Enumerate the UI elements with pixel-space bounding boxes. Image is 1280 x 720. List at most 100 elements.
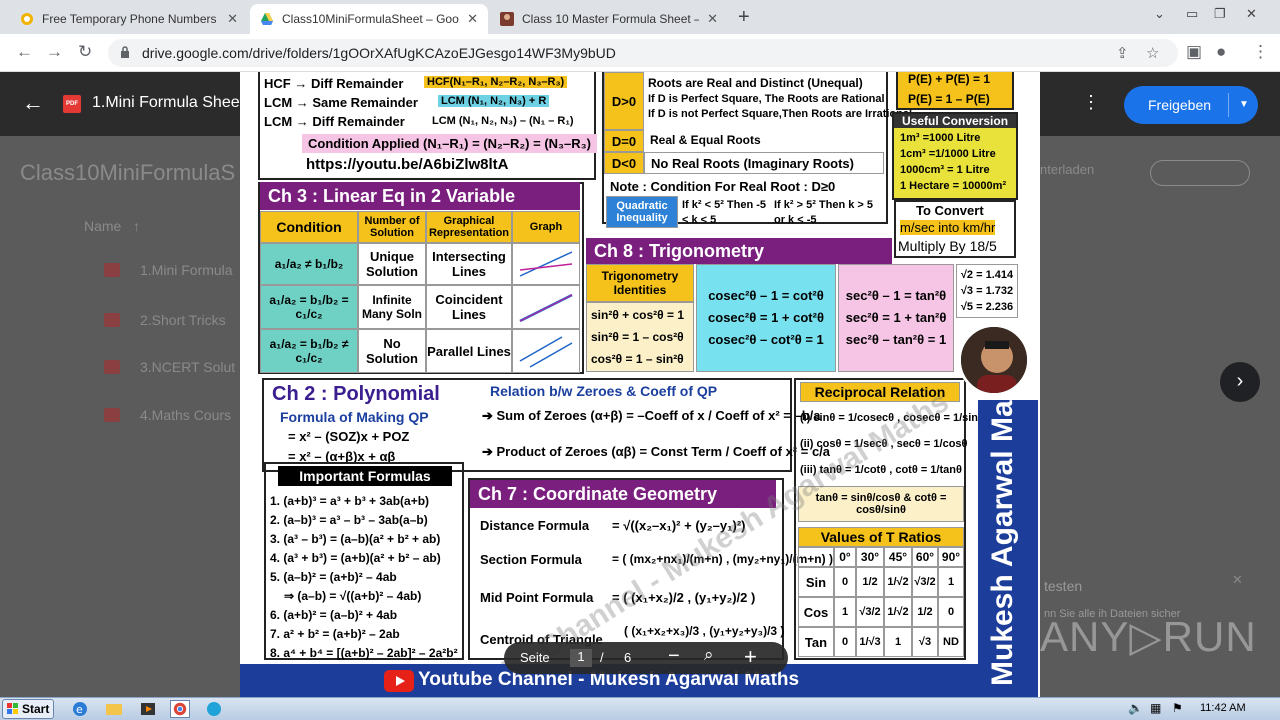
next-file-chevron-icon[interactable]: › bbox=[1220, 362, 1260, 402]
forward-arrow-icon[interactable]: → bbox=[46, 42, 63, 62]
new-tab-button[interactable]: + bbox=[738, 6, 750, 29]
reload-icon[interactable]: ↻ bbox=[78, 42, 92, 62]
tratios-header: 30° bbox=[856, 547, 884, 567]
d-positive-desc: Roots are Real and Distinct (Unequal) bbox=[648, 76, 863, 90]
trig-identities-label: Trigonometry Identities bbox=[586, 264, 694, 302]
ch3-solutions: Infinite Many Soln bbox=[358, 285, 426, 329]
start-button[interactable]: Start bbox=[2, 699, 54, 719]
view-toggle[interactable] bbox=[1150, 160, 1250, 186]
tratios-header: 45° bbox=[884, 547, 912, 567]
address-bar[interactable]: drive.google.com/drive/folders/1gOOrXAfU… bbox=[108, 39, 1178, 67]
zoom-out-icon[interactable]: − bbox=[668, 645, 680, 668]
google-drive-icon bbox=[261, 13, 273, 25]
tratios-cell: 0 bbox=[938, 597, 964, 627]
chrome-icon[interactable] bbox=[170, 700, 190, 718]
file-row[interactable]: 1.Mini Formula bbox=[104, 262, 233, 278]
tratios-cell: √3/2 bbox=[912, 567, 938, 597]
tratios-cell: 0 bbox=[834, 627, 856, 657]
author-avatar bbox=[958, 324, 1030, 396]
profile-icon[interactable]: ● bbox=[1216, 42, 1226, 62]
name-column-header: Name ↑ bbox=[84, 218, 141, 234]
inequality-less: If k² < 5² Then -5 < k < 5 bbox=[682, 199, 767, 226]
pdf-file-icon bbox=[104, 360, 120, 374]
zoom-in-icon[interactable]: + bbox=[744, 644, 757, 670]
pdf-file-icon bbox=[104, 408, 120, 422]
file-row[interactable]: 2.Short Tricks bbox=[104, 312, 226, 328]
share-button[interactable]: Freigeben ▼ bbox=[1124, 86, 1258, 124]
download-all-text[interactable]: nterladen bbox=[1040, 162, 1094, 177]
close-tab-icon[interactable]: ✕ bbox=[227, 11, 238, 27]
formula-item: 3. (a³ – b³) = (a–b)(a² + b² + ab) bbox=[270, 532, 441, 546]
pdf-file-icon bbox=[104, 263, 120, 277]
tratios-cell: Tan bbox=[798, 627, 834, 657]
side-panel-icon[interactable]: ▣ bbox=[1186, 42, 1202, 62]
minimize-icon[interactable]: ▭ bbox=[1186, 6, 1198, 22]
anyrun-watermark: ANY▷RUN bbox=[1040, 613, 1257, 660]
pdf-page: HCF → Diff Remainder HCF(N₁–R₁, N₂–R₂, N… bbox=[240, 72, 1040, 697]
svg-text:e: e bbox=[76, 703, 83, 716]
youtube-link[interactable]: https://youtu.be/A6biZlw8ltA bbox=[306, 156, 509, 173]
browser-tab-bar: Free Temporary Phone Numbers for ✕ Class… bbox=[0, 0, 1280, 34]
share-page-icon[interactable]: ⇪ bbox=[1116, 44, 1129, 62]
bookmark-star-icon[interactable]: ☆ bbox=[1146, 44, 1159, 62]
lcm-same-formula: LCM (N₁, N₂, N₃) + R bbox=[438, 95, 550, 107]
tab-phone-numbers[interactable]: Free Temporary Phone Numbers for ✕ bbox=[10, 4, 248, 34]
d-negative: D<0 bbox=[604, 152, 644, 174]
identity: cos²θ = 1 – sin²θ bbox=[591, 352, 684, 366]
globe-icon bbox=[21, 13, 33, 25]
close-popup-icon[interactable]: ✕ bbox=[1232, 572, 1243, 588]
file-row[interactable]: 3.NCERT Solut bbox=[104, 359, 235, 375]
back-arrow-icon[interactable]: ← bbox=[16, 42, 33, 62]
ch3-header: Graph bbox=[512, 211, 580, 243]
tratios-cell: 1/2 bbox=[856, 567, 884, 597]
ch3-solutions: No Solution bbox=[358, 329, 426, 373]
ch3-graphical: Parallel Lines bbox=[426, 329, 512, 373]
speed-convert-units: m/sec into km/hr bbox=[900, 220, 996, 235]
folder-icon[interactable] bbox=[104, 700, 124, 718]
probability-line1: P(E) + P(E) = 1 bbox=[908, 72, 991, 86]
tray-speaker-icon[interactable]: 🔈 bbox=[1128, 701, 1143, 715]
root-value: √5 = 2.236 bbox=[960, 301, 1014, 313]
tray-flag-icon[interactable]: ⚑ bbox=[1172, 701, 1183, 715]
tab-master-formula[interactable]: Class 10 Master Formula Sheet – Mu ✕ bbox=[490, 4, 728, 34]
tab-title: Free Temporary Phone Numbers for bbox=[42, 12, 220, 26]
ch3-graphical: Coincident Lines bbox=[426, 285, 512, 329]
menu-dots-icon[interactable]: ⋮ bbox=[1252, 42, 1269, 62]
page-separator: / bbox=[600, 650, 604, 665]
ch3-header: Graphical Representation bbox=[426, 211, 512, 243]
clock: 11:42 AM bbox=[1200, 702, 1246, 714]
tratios-header: 0° bbox=[834, 547, 856, 567]
close-tab-icon[interactable]: ✕ bbox=[707, 11, 718, 27]
inequality-greater: If k² > 5² Then k > 5 or k < -5 bbox=[774, 199, 874, 226]
edge-icon[interactable] bbox=[204, 700, 224, 718]
file-row[interactable]: 4.Maths Cours bbox=[104, 407, 231, 423]
restore-icon[interactable]: ❐ bbox=[1214, 6, 1226, 22]
chevron-down-icon[interactable]: ▼ bbox=[1228, 93, 1249, 117]
close-tab-icon[interactable]: ✕ bbox=[467, 11, 478, 27]
close-viewer-arrow-icon[interactable]: ← bbox=[22, 90, 44, 116]
relation-title: Relation b/w Zeroes & Coeff of QP bbox=[490, 383, 718, 399]
formula-item: 8. a⁴ + b⁴ = [(a+b)² – 2ab]² – 2a²b² bbox=[270, 646, 458, 660]
formula-item: 5. (a–b)² = (a+b)² – 4ab bbox=[270, 570, 397, 584]
making-qp-title: Formula of Making QP bbox=[280, 409, 429, 425]
lcm-diff-formula: LCM (N₁, N₂, N₃) – (N₁ – R₁) bbox=[432, 115, 574, 127]
condition-applied: Condition Applied (N₁–R₁) = (N₂–R₂) = (N… bbox=[302, 134, 598, 153]
identity: sec²θ – 1 = tan²θ bbox=[845, 288, 947, 303]
tab-search-icon[interactable]: ⌄ bbox=[1154, 6, 1165, 22]
centroid-formula: ( (x₁+x₂+x₃)/3 , (y₁+y₂+y₃)/3 ) bbox=[624, 624, 785, 638]
d-zero: D=0 bbox=[604, 130, 644, 152]
tab-drive[interactable]: Class10MiniFormulaSheet – Google D ✕ bbox=[250, 4, 488, 34]
url-text: drive.google.com/drive/folders/1gOOrXAfU… bbox=[142, 45, 616, 61]
page-number-input[interactable]: 1 bbox=[570, 649, 592, 667]
media-player-icon[interactable] bbox=[138, 700, 158, 718]
share-label: Freigeben bbox=[1148, 97, 1212, 113]
ch3-header: Condition bbox=[260, 211, 358, 243]
tray-network-icon[interactable]: ▦ bbox=[1150, 701, 1161, 715]
youtube-icon bbox=[384, 670, 414, 692]
zoom-search-icon[interactable]: ⌕ bbox=[704, 645, 714, 665]
ie-icon[interactable]: e bbox=[70, 700, 90, 718]
close-window-icon[interactable]: ✕ bbox=[1246, 6, 1257, 22]
more-options-icon[interactable]: ⋮ bbox=[1082, 92, 1100, 113]
d-perfect-square: If D is Perfect Square, The Roots are Ra… bbox=[648, 93, 885, 105]
ch3-graphical: Intersecting Lines bbox=[426, 243, 512, 285]
